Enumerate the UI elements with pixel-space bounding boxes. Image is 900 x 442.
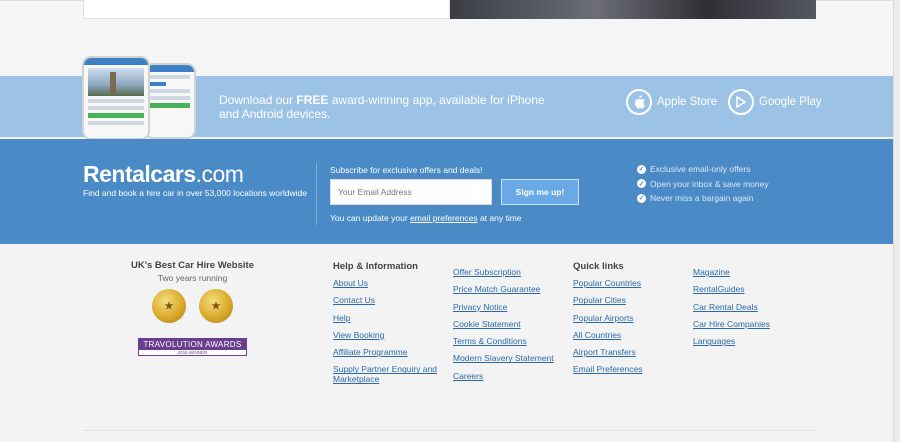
footer-link[interactable]: All Countries: [573, 330, 621, 340]
benefit-item: ✓ Open your inbox & save money: [637, 178, 769, 189]
page-scrollbar[interactable]: [893, 0, 900, 442]
footer-link[interactable]: Magazine: [693, 267, 730, 277]
footer-link[interactable]: Modern Slavery Statement: [453, 353, 554, 363]
apple-store-label: Apple Store: [657, 95, 718, 108]
award-medal-icon: ★: [197, 289, 235, 329]
footer-divider: [83, 430, 816, 431]
footer-link[interactable]: Contact Us: [333, 295, 375, 305]
award-subtitle: Two years running: [157, 273, 228, 283]
footer-link[interactable]: RentalGuides: [693, 284, 745, 294]
footer-link[interactable]: Help: [333, 313, 350, 323]
footer-link[interactable]: Car Hire Companies: [693, 319, 770, 329]
award-title: UK's Best Car Hire Website: [131, 260, 254, 271]
check-icon: ✓: [637, 164, 646, 174]
award-medal-icon: ★: [150, 289, 188, 329]
footer-link[interactable]: About Us: [333, 278, 368, 288]
play-icon: [728, 88, 754, 115]
benefits-list: ✓ Exclusive email-only offers ✓ Open your …: [637, 162, 769, 206]
footer-column-resources: Magazine RentalGuides Car Rental Deals C…: [693, 267, 770, 353]
column-heading: Help & Information: [333, 261, 418, 272]
footer-link[interactable]: Offer Subscription: [453, 267, 521, 277]
footer-link[interactable]: Careers: [453, 371, 483, 381]
subscribe-heading: Subscribe for exclusive offers and deals…: [330, 165, 483, 175]
footer-link[interactable]: Cookie Statement: [453, 319, 521, 329]
footer-link[interactable]: Email Preferences: [573, 364, 642, 374]
check-icon: ✓: [637, 193, 646, 203]
footer: UK's Best Car Hire Website Two years run…: [0, 244, 900, 442]
google-play-button[interactable]: Google Play: [728, 88, 822, 115]
apple-store-button[interactable]: Apple Store: [626, 88, 717, 115]
footer-link[interactable]: Popular Countries: [573, 278, 641, 288]
footer-link[interactable]: Supply Partner Enquiry and Marketplace: [333, 364, 438, 384]
google-play-label: Google Play: [759, 95, 822, 108]
top-photo: [450, 0, 816, 19]
app-promo-text: Download our FREE award-winning app, ava…: [219, 93, 545, 121]
sign-me-up-button[interactable]: Sign me up!: [501, 179, 579, 205]
footer-link[interactable]: Terms & Conditions: [453, 336, 527, 346]
phone-illustration-back: [144, 63, 196, 139]
apple-icon: [626, 88, 652, 115]
check-icon: ✓: [637, 179, 646, 189]
phone-illustration-front: [82, 56, 150, 140]
footer-link[interactable]: Popular Cities: [573, 295, 626, 305]
footer-link[interactable]: Privacy Notice: [453, 302, 507, 312]
footer-link[interactable]: Affiliate Programme: [333, 347, 407, 357]
travolution-award-badge: TRAVOLUTION AWARDS 2015 WINNER: [138, 338, 247, 356]
footer-link[interactable]: Popular Airports: [573, 313, 633, 323]
top-content-card: [83, 0, 450, 19]
award-medals: ★ ★: [120, 289, 265, 331]
column-heading: Quick links: [573, 261, 624, 272]
tagline: Find and book a hire car in over 53,000 …: [83, 188, 307, 198]
footer-link[interactable]: Price Match Guarantee: [453, 284, 540, 294]
footer-link[interactable]: Airport Transfers: [573, 347, 636, 357]
footer-link[interactable]: Car Rental Deals: [693, 302, 758, 312]
benefit-item: ✓ Never miss a bargain again: [637, 193, 754, 204]
footer-column-quick-links: Quick links Popular Countries Popular Ci…: [573, 261, 642, 382]
email-input[interactable]: [330, 179, 492, 205]
benefit-item: ✓ Exclusive email-only offers: [637, 164, 751, 175]
subscribe-band: Rentalcars.com Find and book a hire car …: [0, 139, 900, 244]
email-preferences-link[interactable]: email preferences: [410, 213, 478, 223]
footer-column-help: Help & Information About Us Contact Us H…: [333, 261, 438, 392]
vertical-divider: [316, 163, 317, 225]
footer-link[interactable]: View Booking: [333, 330, 384, 340]
subscribe-note: You can update your email preferences at…: [330, 213, 522, 223]
rentalcars-logo[interactable]: Rentalcars.com: [83, 161, 244, 188]
footer-column-policies: Offer Subscription Price Match Guarantee…: [453, 267, 554, 388]
footer-link[interactable]: Languages: [693, 336, 735, 346]
award-block: UK's Best Car Hire Website Two years run…: [120, 260, 265, 356]
